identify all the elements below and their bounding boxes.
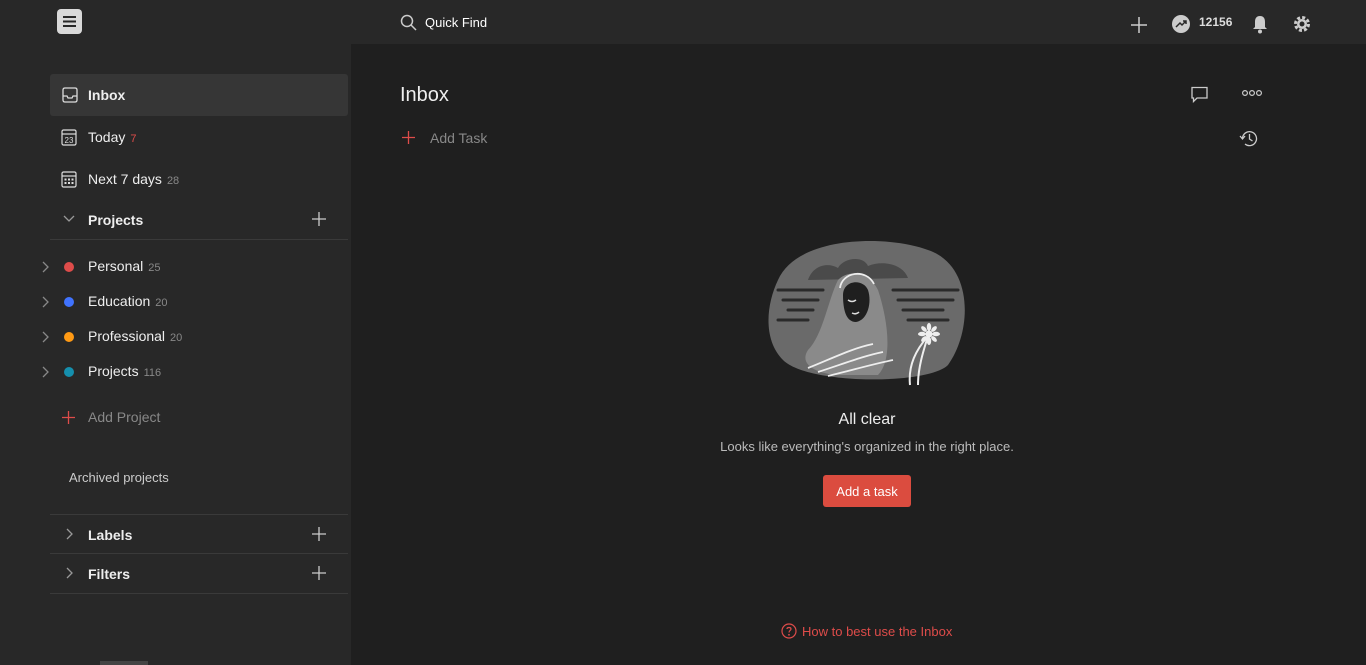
today-count: 7 (130, 133, 137, 145)
project-item-professional[interactable]: Professional 20 (38, 322, 348, 352)
all-clear-illustration (768, 241, 965, 386)
sidebar-item-inbox[interactable]: Inbox (50, 74, 348, 116)
add-project-plus-icon[interactable] (312, 212, 326, 226)
labels-title: Labels (88, 527, 133, 543)
projects-title: Projects (88, 212, 144, 228)
add-project-label: Add Project (88, 409, 161, 425)
chevron-right-icon[interactable] (63, 528, 75, 540)
page-title: Inbox (400, 84, 449, 106)
scrollbar-thumb[interactable] (100, 661, 148, 665)
chevron-right-icon[interactable] (40, 296, 50, 308)
project-color-dot (64, 262, 74, 272)
add-task-label: Add Task (430, 130, 488, 146)
search-icon (400, 14, 417, 31)
sidebar-item-today[interactable]: 23 Today 7 (50, 116, 348, 158)
svg-text:23: 23 (65, 136, 74, 145)
sidebar-item-label: Today 7 (88, 129, 137, 145)
add-filter-plus-icon[interactable] (312, 566, 326, 580)
project-label: Personal 25 (88, 258, 161, 274)
add-label-plus-icon[interactable] (312, 527, 326, 541)
chevron-right-icon[interactable] (40, 366, 50, 378)
sidebar-item-next-7-days[interactable]: Next 7 days 28 (50, 158, 348, 200)
chevron-right-icon[interactable] (40, 261, 50, 273)
more-options-icon[interactable] (1242, 89, 1262, 97)
sidebar-item-label: Inbox (88, 87, 126, 103)
calendar-today-icon: 23 (61, 129, 77, 146)
calendar-week-icon (61, 171, 77, 188)
project-label: Education 20 (88, 293, 168, 309)
project-item-education[interactable]: Education 20 (38, 287, 348, 317)
add-a-task-button[interactable]: Add a task (823, 475, 911, 507)
bell-icon[interactable] (1251, 12, 1269, 36)
plus-icon (402, 131, 415, 144)
quick-find-label: Quick Find (425, 14, 488, 30)
plus-icon (62, 411, 75, 424)
plus-icon[interactable] (1130, 13, 1148, 37)
next-7-days-count: 28 (166, 175, 180, 187)
sidebar: Inbox 23 Today7 Next 7 days28 Projects (0, 44, 351, 665)
empty-state-subtitle: Looks like everything's organized in the… (720, 439, 1014, 454)
filters-title: Filters (88, 566, 131, 582)
labels-section-header[interactable]: Labels (50, 514, 348, 554)
project-label: Projects 116 (88, 363, 162, 379)
karma-icon[interactable] (1171, 12, 1191, 36)
chevron-right-icon[interactable] (40, 331, 50, 343)
sidebar-item-label: Next 7 days 28 (88, 171, 180, 187)
project-label: Professional 20 (88, 328, 183, 344)
project-item-personal[interactable]: Personal 25 (38, 252, 348, 282)
project-color-dot (64, 367, 74, 377)
archived-projects-link[interactable]: Archived projects (69, 470, 169, 485)
comment-icon[interactable] (1190, 86, 1209, 103)
inbox-icon (62, 87, 78, 103)
gear-icon[interactable] (1292, 12, 1312, 36)
activity-history-icon[interactable] (1239, 129, 1259, 148)
quick-find[interactable]: Quick Find (400, 12, 487, 32)
project-color-dot (64, 332, 74, 342)
chevron-right-icon[interactable] (63, 567, 75, 579)
help-circle-icon (781, 623, 797, 639)
project-item-projects[interactable]: Projects 116 (38, 357, 348, 387)
app-logo-icon[interactable] (57, 9, 82, 34)
projects-section-header[interactable]: Projects (50, 200, 348, 240)
top-bar: Quick Find 12156 (0, 0, 1366, 44)
project-color-dot (64, 297, 74, 307)
help-link-label: How to best use the Inbox (802, 623, 953, 639)
empty-state-title: All clear (838, 411, 896, 428)
chevron-down-icon[interactable] (63, 213, 75, 225)
karma-count[interactable]: 12156 (1199, 15, 1232, 29)
help-inbox-link[interactable]: How to best use the Inbox (781, 621, 952, 641)
filters-section-header[interactable]: Filters (50, 554, 348, 594)
